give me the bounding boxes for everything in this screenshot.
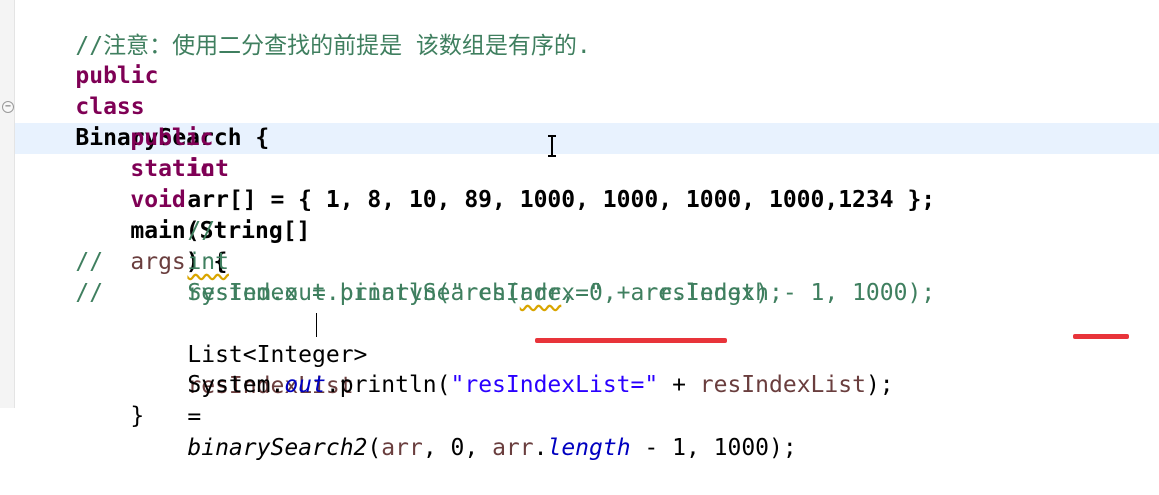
field-length: length — [547, 435, 631, 461]
member-dot: . — [533, 435, 548, 461]
text-cursor-icon — [548, 135, 556, 157]
comment-code: System.out.println("resIndex=" + resInde… — [187, 280, 783, 306]
call-args: , 0, — [422, 435, 493, 461]
text-caret — [316, 313, 317, 337]
editor-gutter — [0, 0, 15, 408]
code-line-12: System.out.println("resIndexList=" + res… — [132, 339, 893, 398]
closing-brace: } — [130, 403, 145, 429]
keyword-int: int — [187, 156, 229, 182]
string-literal: "resIndexList=" — [450, 372, 659, 398]
var-resIndexList: resIndexList — [699, 372, 866, 398]
call-open: ( — [367, 435, 382, 461]
code-editor[interactable]: − //注意：使用二分查找的前提是 该数组是有序的. public class … — [0, 0, 1159, 461]
code-line-2: public class BinarySearch { — [20, 30, 269, 151]
arg-arr-2: arr — [492, 435, 534, 461]
code-line-11: List<Integer> resIndexList = binarySearc… — [132, 309, 796, 461]
println-call: .println( — [325, 372, 451, 398]
annotation-underline-value — [1073, 334, 1129, 339]
code-line-9-body: System.out.println("resIndex=" + resInde… — [132, 247, 782, 306]
code-line-5: int arr[] = { 1, 8, 10, 89, 1000, 1000, … — [132, 123, 935, 213]
code-line-4: public static void main(String[] args) { — [75, 92, 310, 275]
comment-prefix: // — [75, 280, 104, 306]
call-args-end: - 1, 1000); — [630, 435, 797, 461]
field-out: out — [284, 372, 326, 398]
arg-arr: arr — [381, 435, 423, 461]
fold-marker-icon[interactable]: − — [2, 101, 14, 113]
system-class: System. — [187, 372, 285, 398]
code-line-13: } — [75, 370, 144, 429]
method-binarySearch2: binarySearch2 — [187, 435, 368, 461]
plus-op: + — [658, 372, 700, 398]
code-line-1: //注意：使用二分查找的前提是 该数组是有序的. — [20, 0, 590, 59]
code-line-7: // — [132, 185, 215, 244]
code-line-8: // — [20, 216, 103, 275]
keyword-public: public — [75, 63, 159, 89]
array-declaration: arr[] = { 1, 8, 10, 89, 1000, 1000, 1000… — [187, 187, 936, 213]
call-end: ); — [865, 372, 894, 398]
code-line-9: // — [20, 247, 103, 306]
code-line-8-body: int resIndex = binarySearch(arr, 0, arr.… — [132, 216, 935, 306]
